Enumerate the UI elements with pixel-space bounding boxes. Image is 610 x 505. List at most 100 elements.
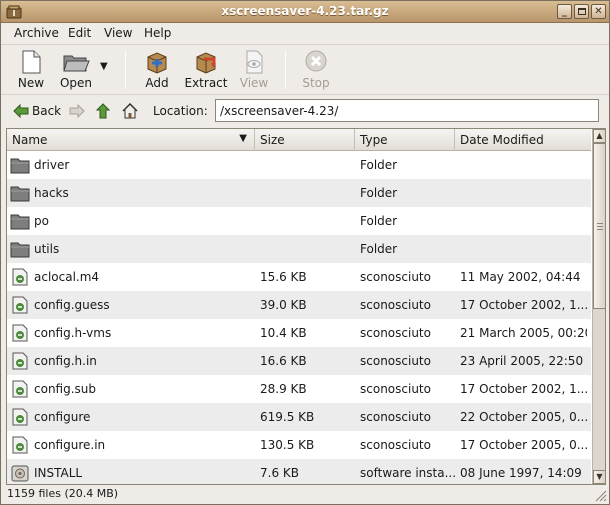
open-folder-icon xyxy=(63,55,90,72)
column-header-name[interactable]: Name ▼ xyxy=(7,129,255,151)
file-row[interactable]: configure 619.5 KB sconosciuto 22 Octobe… xyxy=(7,403,591,431)
extract-button[interactable]: Extract xyxy=(183,49,229,93)
file-type: sconosciuto xyxy=(360,270,431,284)
scrollbar-grip xyxy=(597,223,603,224)
open-button[interactable]: Open xyxy=(53,49,99,93)
file-row[interactable]: config.guess 39.0 KB sconosciuto 17 Octo… xyxy=(7,291,591,319)
toolbar-separator xyxy=(125,51,126,89)
resize-grip-icon[interactable] xyxy=(595,490,607,502)
maximize-icon xyxy=(577,8,586,15)
add-archive-icon xyxy=(147,52,167,74)
new-button[interactable]: New xyxy=(8,49,54,93)
column-header-size[interactable]: Size xyxy=(255,129,355,151)
file-name: utils xyxy=(34,242,60,256)
file-date: 21 March 2005, 00:20 xyxy=(460,326,587,340)
back-arrow-icon xyxy=(13,104,29,118)
scrollbar-thumb[interactable] xyxy=(593,143,605,309)
script-file-icon xyxy=(12,352,28,370)
file-type: sconosciuto xyxy=(360,438,431,452)
file-name: po xyxy=(34,214,49,228)
file-type: sconosciuto xyxy=(360,354,431,368)
file-row[interactable]: utils Folder xyxy=(7,235,591,263)
window-title: xscreensaver-4.23.tar.gz xyxy=(221,4,389,18)
back-button[interactable]: Back xyxy=(13,102,61,120)
column-header-row: Name ▼ Size Type Date Modified xyxy=(7,129,591,151)
file-size: 15.6 KB xyxy=(260,270,307,284)
view-label: View xyxy=(239,76,269,90)
file-size: 10.4 KB xyxy=(260,326,307,340)
folder-icon xyxy=(10,186,30,202)
toolbar: New Open ▼ Add Extract View Stop xyxy=(1,45,609,95)
file-name: config.sub xyxy=(34,382,97,396)
location-bar: Back Location: xyxy=(1,96,609,126)
file-date xyxy=(460,179,587,207)
scroll-down-arrow-icon: ▼ xyxy=(596,472,603,481)
script-file-icon xyxy=(12,324,28,342)
status-text: 1159 files (20.4 MB) xyxy=(7,487,119,500)
minimize-button[interactable]: _ xyxy=(557,4,572,19)
scroll-down-button[interactable]: ▼ xyxy=(593,470,605,484)
file-name: INSTALL xyxy=(34,466,83,480)
script-file-icon xyxy=(12,408,28,426)
file-row[interactable]: driver Folder xyxy=(7,151,591,179)
file-type: sconosciuto xyxy=(360,410,431,424)
up-button[interactable] xyxy=(96,102,110,120)
location-input[interactable] xyxy=(215,99,599,122)
title-bar[interactable]: xscreensaver-4.23.tar.gz _ ✕ xyxy=(1,1,609,23)
file-row[interactable]: hacks Folder xyxy=(7,179,591,207)
menubar: Archive Edit View Help xyxy=(1,23,609,45)
file-type: Folder xyxy=(360,186,398,200)
file-row[interactable]: config.sub 28.9 KB sconosciuto 17 Octobe… xyxy=(7,375,591,403)
menu-view[interactable]: View xyxy=(104,26,132,40)
stop-icon xyxy=(305,50,327,72)
add-button[interactable]: Add xyxy=(134,49,180,93)
file-row[interactable]: po Folder xyxy=(7,207,591,235)
home-button[interactable] xyxy=(122,102,138,120)
file-row[interactable]: configure.in 130.5 KB sconosciuto 17 Oct… xyxy=(7,431,591,459)
file-row[interactable]: aclocal.m4 15.6 KB sconosciuto 11 May 20… xyxy=(7,263,591,291)
file-date: 17 October 2005, 0... xyxy=(460,438,587,452)
column-header-date[interactable]: Date Modified xyxy=(455,129,591,151)
column-header-size-label: Size xyxy=(260,133,285,147)
back-label: Back xyxy=(32,104,62,118)
forward-button[interactable] xyxy=(69,102,85,120)
file-row[interactable]: config.h-vms 10.4 KB sconosciuto 21 Marc… xyxy=(7,319,591,347)
file-type: sconosciuto xyxy=(360,298,431,312)
menu-edit[interactable]: Edit xyxy=(68,26,91,40)
location-label: Location: xyxy=(153,104,208,118)
script-file-icon xyxy=(12,268,28,286)
script-file-icon xyxy=(12,380,28,398)
file-row[interactable]: INSTALL 7.6 KB software insta... 08 June… xyxy=(7,459,591,484)
stop-button[interactable]: Stop xyxy=(293,49,339,93)
file-size xyxy=(260,179,355,207)
status-bar: 1159 files (20.4 MB) xyxy=(1,485,609,504)
script-file-icon xyxy=(12,296,28,314)
script-file-icon xyxy=(12,436,28,454)
new-label: New xyxy=(17,76,45,90)
menu-help[interactable]: Help xyxy=(144,26,171,40)
file-name: config.h-vms xyxy=(34,326,112,340)
menu-archive[interactable]: Archive xyxy=(14,26,59,40)
column-header-type[interactable]: Type xyxy=(355,129,455,151)
folder-icon xyxy=(10,214,30,230)
file-size: 16.6 KB xyxy=(260,354,307,368)
file-name: driver xyxy=(34,158,70,172)
folder-icon xyxy=(10,158,30,174)
close-window-button[interactable]: ✕ xyxy=(591,4,606,19)
forward-arrow-icon xyxy=(69,104,85,118)
open-label: Open xyxy=(59,76,93,90)
file-size xyxy=(260,207,355,235)
file-row[interactable]: config.h.in 16.6 KB sconosciuto 23 April… xyxy=(7,347,591,375)
view-button[interactable]: View xyxy=(231,49,277,93)
file-date xyxy=(460,207,587,235)
file-size: 28.9 KB xyxy=(260,382,307,396)
extract-label: Extract xyxy=(184,76,228,90)
column-header-type-label: Type xyxy=(360,133,388,147)
maximize-button[interactable] xyxy=(574,4,589,19)
file-date: 17 October 2002, 1... xyxy=(460,298,587,312)
open-dropdown-arrow[interactable]: ▼ xyxy=(100,61,108,72)
toolbar-separator xyxy=(285,51,286,89)
file-date: 23 April 2005, 22:50 xyxy=(460,354,584,368)
vertical-scrollbar[interactable]: ▲ ▼ xyxy=(592,129,605,484)
scroll-up-button[interactable]: ▲ xyxy=(593,129,605,143)
